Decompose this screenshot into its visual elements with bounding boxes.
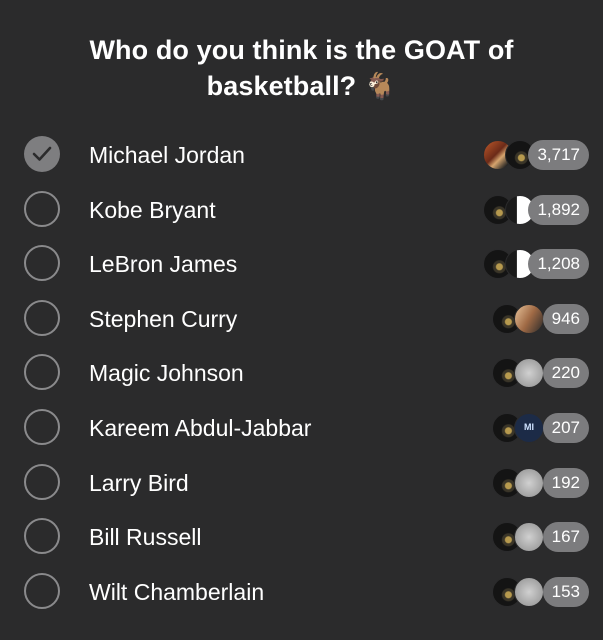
- voters-group[interactable]: 220: [492, 358, 589, 389]
- radio-circle-icon[interactable]: [24, 354, 60, 391]
- option-label: Stephen Curry: [89, 305, 238, 332]
- radio-circle-icon[interactable]: [24, 518, 60, 555]
- poll-options: Michael Jordan 3,717 Kobe Bryant 1,892 L…: [0, 128, 603, 619]
- poll-option-kareem-abdul-jabbar[interactable]: Kareem Abdul-Jabbar MI 207: [0, 401, 603, 456]
- voters-group[interactable]: 1,892: [483, 194, 589, 225]
- vote-count-badge: 1,892: [528, 194, 589, 225]
- vote-count-badge: 3,717: [528, 140, 589, 170]
- vote-count-badge: 220: [542, 358, 589, 389]
- poll-option-michael-jordan[interactable]: Michael Jordan 3,717: [0, 128, 603, 183]
- voter-avatar: [514, 358, 544, 389]
- voters-group[interactable]: 192: [492, 467, 589, 498]
- vote-count-badge: 153: [542, 576, 589, 607]
- radio-circle-icon[interactable]: [24, 572, 60, 609]
- voters-group[interactable]: 167: [492, 522, 589, 553]
- voter-avatar: [514, 576, 544, 607]
- voters-group[interactable]: 153: [492, 576, 589, 607]
- option-label: Wilt Chamberlain: [89, 578, 265, 605]
- poll-option-wilt-chamberlain[interactable]: Wilt Chamberlain 153: [0, 565, 603, 620]
- option-label: LeBron James: [89, 251, 238, 278]
- poll-question: Who do you think is the GOAT of basketba…: [40, 32, 563, 104]
- goat-emoji-icon: 🐐: [363, 71, 397, 101]
- vote-count-badge: 192: [542, 467, 589, 498]
- option-label: Michael Jordan: [89, 142, 245, 168]
- vote-count-badge: 207: [542, 412, 589, 443]
- vote-count-badge: 946: [542, 303, 589, 334]
- poll-option-stephen-curry[interactable]: Stephen Curry 946: [0, 292, 603, 347]
- checkmark-icon[interactable]: [24, 136, 60, 172]
- vote-count-badge: 1,208: [528, 249, 589, 280]
- poll-option-kobe-bryant[interactable]: Kobe Bryant 1,892: [0, 183, 603, 238]
- voters-group[interactable]: 946: [492, 303, 589, 334]
- option-label: Kareem Abdul-Jabbar: [89, 414, 312, 441]
- voter-avatar: MI: [514, 412, 544, 443]
- vote-count-badge: 167: [542, 522, 589, 553]
- voters-group[interactable]: 3,717: [483, 140, 589, 170]
- radio-circle-icon[interactable]: [24, 190, 60, 227]
- option-label: Kobe Bryant: [89, 196, 216, 223]
- voter-avatar: [514, 522, 544, 553]
- option-label: Bill Russell: [89, 524, 202, 551]
- poll-option-magic-johnson[interactable]: Magic Johnson 220: [0, 346, 603, 401]
- option-label: Magic Johnson: [89, 360, 244, 387]
- radio-circle-icon[interactable]: [24, 245, 60, 282]
- poll-option-bill-russell[interactable]: Bill Russell 167: [0, 510, 603, 565]
- poll-question-text: Who do you think is the GOAT of basketba…: [89, 35, 514, 101]
- voters-group[interactable]: MI 207: [492, 412, 589, 443]
- option-label: Larry Bird: [89, 469, 189, 496]
- voter-avatar: [514, 303, 544, 334]
- radio-circle-icon[interactable]: [24, 299, 60, 336]
- poll-option-lebron-james[interactable]: LeBron James 1,208: [0, 237, 603, 292]
- poll-option-larry-bird[interactable]: Larry Bird 192: [0, 456, 603, 511]
- radio-circle-icon[interactable]: [24, 408, 60, 445]
- voters-group[interactable]: 1,208: [483, 249, 589, 280]
- radio-circle-icon[interactable]: [24, 463, 60, 500]
- voter-avatar: [514, 467, 544, 498]
